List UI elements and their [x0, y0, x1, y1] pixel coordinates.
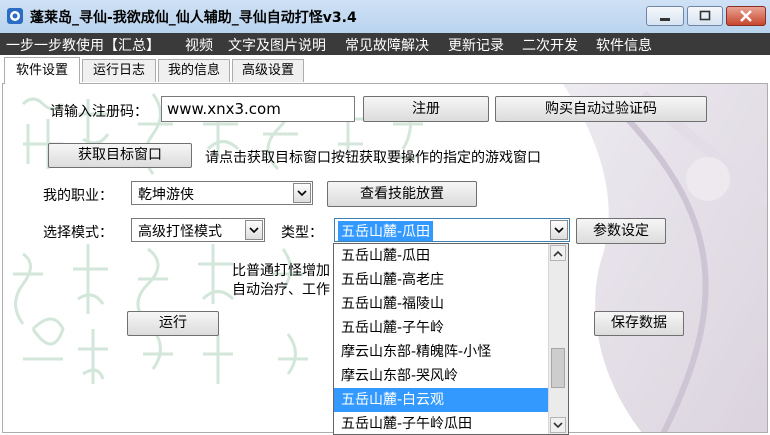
maximize-icon	[699, 10, 711, 21]
buy-captcha-button[interactable]: 购买自动过验证码	[495, 96, 707, 122]
view-skills-button[interactable]: 查看技能放置	[327, 181, 477, 207]
menu-changelog[interactable]: 更新记录	[448, 35, 504, 55]
type-option[interactable]: 五岳山麓-高老庄	[334, 268, 548, 292]
save-data-button[interactable]: 保存数据	[594, 311, 684, 336]
scroll-up-button[interactable]	[550, 245, 566, 261]
profession-select[interactable]: 乾坤游侠	[131, 181, 313, 205]
type-label: 类型：	[281, 225, 323, 241]
title-bar[interactable]: 蓬莱岛_寻仙-我欲成仙_仙人辅助_寻仙自动打怪v3.4	[0, 0, 770, 34]
type-option[interactable]: 摩云山东部-精魄阵-小怪	[334, 340, 548, 364]
menu-secondary-dev[interactable]: 二次开发	[522, 35, 578, 55]
type-option-highlighted[interactable]: 五岳山麓-白云观	[334, 388, 548, 412]
app-icon	[7, 8, 23, 24]
register-button[interactable]: 注册	[363, 96, 489, 122]
profession-value: 乾坤游侠	[138, 187, 194, 203]
maximize-button[interactable]	[687, 6, 723, 26]
chevron-down-icon[interactable]	[293, 183, 311, 203]
parameter-settings-button[interactable]: 参数设定	[576, 218, 666, 244]
close-button[interactable]	[726, 6, 766, 26]
get-target-window-button[interactable]: 获取目标窗口	[48, 143, 192, 168]
mode-description-line1: 比普通打怪增加	[232, 263, 330, 279]
tab-run-log[interactable]: 运行日志	[82, 59, 156, 82]
mode-label: 选择模式：	[43, 225, 113, 241]
type-options: 五岳山麓-瓜田 五岳山麓-高老庄 五岳山麓-福陵山 五岳山麓-子午岭 摩云山东部…	[334, 244, 548, 434]
dropdown-scrollbar[interactable]	[548, 244, 568, 434]
menu-video[interactable]: 视频	[185, 35, 213, 55]
menu-tutorial[interactable]: 一步一步教使用【汇总】	[6, 35, 160, 55]
type-option[interactable]: 五岳山麓-子午岭	[334, 316, 548, 340]
app-window: 蓬莱岛_寻仙-我欲成仙_仙人辅助_寻仙自动打怪v3.4 一步一步教使用【汇总】 …	[0, 0, 770, 435]
chevron-down-icon[interactable]	[550, 220, 568, 240]
tab-bar: 软件设置 运行日志 我的信息 高级设置	[0, 55, 770, 84]
mode-select[interactable]: 高级打怪模式	[131, 218, 265, 242]
reg-code-label: 请输入注册码：	[50, 104, 148, 120]
menu-bar: 一步一步教使用【汇总】 视频 文字及图片说明 常见故障解决 更新记录 二次开发 …	[0, 33, 770, 55]
menu-software-info[interactable]: 软件信息	[596, 35, 652, 55]
chevron-up-icon	[553, 250, 563, 257]
tab-my-info[interactable]: 我的信息	[158, 59, 230, 82]
close-icon	[740, 10, 752, 22]
minimize-icon	[660, 18, 670, 21]
window-title: 蓬莱岛_寻仙-我欲成仙_仙人辅助_寻仙自动打怪v3.4	[30, 10, 357, 26]
run-button[interactable]: 运行	[127, 311, 219, 336]
menu-text-guide[interactable]: 文字及图片说明	[228, 35, 326, 55]
menu-troubleshooting[interactable]: 常见故障解决	[345, 35, 429, 55]
reg-code-input[interactable]	[161, 96, 355, 122]
profession-label: 我的职业：	[43, 188, 113, 204]
type-option[interactable]: 摩云山东部-哭风岭	[334, 364, 548, 388]
chevron-down-icon	[553, 422, 563, 429]
tab-advanced-settings[interactable]: 高级设置	[232, 59, 304, 82]
get-window-hint: 请点击获取目标窗口按钮获取要操作的指定的游戏窗口	[205, 150, 541, 166]
type-option[interactable]: 五岳山麓-瓜田	[334, 244, 548, 268]
tab-software-settings[interactable]: 软件设置	[4, 57, 80, 84]
type-option[interactable]: 五岳山麓-福陵山	[334, 292, 548, 316]
type-option[interactable]: 五岳山麓-子午岭瓜田	[334, 412, 548, 434]
mode-description-line2: 自动治疗、工作	[232, 282, 330, 298]
mode-value: 高级打怪模式	[138, 224, 222, 240]
type-dropdown-list[interactable]: 五岳山麓-瓜田 五岳山麓-高老庄 五岳山麓-福陵山 五岳山麓-子午岭 摩云山东部…	[333, 243, 569, 435]
chevron-down-icon[interactable]	[245, 220, 263, 240]
type-value: 五岳山麓-瓜田	[338, 221, 434, 241]
minimize-button[interactable]	[646, 6, 684, 26]
scroll-thumb[interactable]	[551, 348, 565, 388]
scroll-down-button[interactable]	[550, 417, 566, 433]
type-select[interactable]: 五岳山麓-瓜田	[334, 218, 570, 242]
